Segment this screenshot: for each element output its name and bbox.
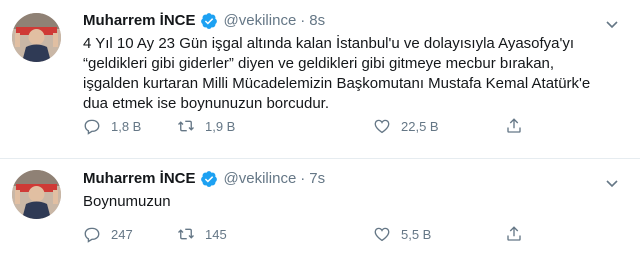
- tweet-text: 4 Yıl 10 Ay 23 Gün işgal altında kalan İ…: [83, 35, 591, 112]
- separator-dot: ·: [300, 12, 306, 29]
- like-count: 5,5 B: [401, 226, 432, 242]
- user-handle[interactable]: @vekilince: [224, 169, 297, 189]
- user-handle[interactable]: @vekilince: [224, 11, 297, 31]
- tweet-actions: 247 145 5,5 B: [83, 224, 521, 244]
- verified-badge-icon: [200, 12, 218, 30]
- retweet-count: 1,9 B: [205, 118, 236, 134]
- like-count: 22,5 B: [401, 118, 439, 134]
- reply-count: 247: [111, 226, 133, 242]
- retweet-count: 145: [205, 226, 227, 242]
- like-button[interactable]: 5,5 B: [373, 224, 431, 244]
- avatar[interactable]: [12, 170, 61, 219]
- avatar[interactable]: [12, 13, 61, 62]
- tweet[interactable]: Muharrem İNCE @vekilince · 7s Boynumuzun…: [0, 159, 640, 253]
- user-name[interactable]: Muharrem İNCE: [83, 169, 196, 189]
- chevron-down-icon[interactable]: [606, 175, 618, 188]
- reply-icon: [84, 119, 100, 135]
- share-button[interactable]: [505, 224, 523, 244]
- tweet-timestamp[interactable]: 7s: [309, 169, 325, 189]
- tweet-content: Muharrem İNCE @vekilince · 8s 4 Yıl 10 A…: [83, 11, 620, 114]
- tweet[interactable]: Muharrem İNCE @vekilince · 8s 4 Yıl 10 A…: [0, 0, 640, 159]
- tweet-timestamp[interactable]: 8s: [309, 11, 325, 31]
- chevron-down-icon[interactable]: [606, 16, 618, 29]
- tweet-content: Muharrem İNCE @vekilince · 7s Boynumuzun: [83, 169, 620, 212]
- tweet-header: Muharrem İNCE @vekilince · 7s: [83, 169, 620, 189]
- heart-icon: [374, 227, 390, 242]
- retweet-icon: [178, 120, 194, 132]
- retweet-button[interactable]: 1,9 B: [177, 116, 235, 136]
- separator-dot: ·: [300, 170, 306, 187]
- heart-icon: [374, 119, 390, 134]
- like-button[interactable]: 22,5 B: [373, 116, 439, 136]
- share-icon: [507, 118, 521, 133]
- reply-count: 1,8 B: [111, 118, 142, 134]
- share-button[interactable]: [505, 116, 523, 136]
- reply-button[interactable]: 1,8 B: [83, 116, 141, 136]
- retweet-icon: [178, 228, 194, 240]
- tweet-text: Boynumuzun: [83, 193, 171, 210]
- user-name[interactable]: Muharrem İNCE: [83, 11, 196, 31]
- reply-icon: [84, 227, 100, 243]
- share-icon: [507, 226, 521, 241]
- tweet-header: Muharrem İNCE @vekilince · 8s: [83, 11, 620, 31]
- verified-badge-icon: [200, 170, 218, 188]
- retweet-button[interactable]: 145: [177, 224, 227, 244]
- tweet-actions: 1,8 B 1,9 B 22,5 B: [83, 116, 521, 136]
- reply-button[interactable]: 247: [83, 224, 133, 244]
